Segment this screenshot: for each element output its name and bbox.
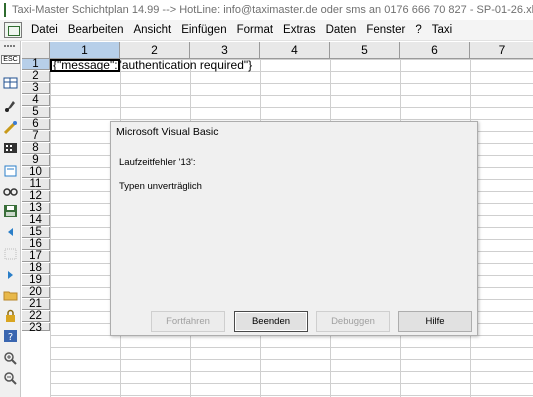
menu-ansicht[interactable]: Ansicht	[128, 24, 176, 36]
column-header-6[interactable]: 6	[400, 42, 470, 59]
row-header-7[interactable]: 7	[22, 130, 50, 142]
brush-icon[interactable]	[3, 99, 18, 113]
excel-app-icon	[4, 3, 6, 17]
workbook-icon[interactable]	[4, 22, 22, 38]
column-header-2[interactable]: 2	[120, 42, 190, 59]
debug-button[interactable]: Debuggen	[316, 311, 390, 332]
nav-icon[interactable]	[3, 225, 18, 239]
column-header-1[interactable]: 1	[50, 42, 120, 59]
lock-icon[interactable]	[3, 309, 18, 323]
menu-daten[interactable]: Daten	[321, 24, 362, 36]
row-header-20[interactable]: 20	[22, 286, 50, 298]
menu-fenster[interactable]: Fenster	[361, 24, 410, 36]
menu-extras[interactable]: Extras	[278, 24, 321, 36]
left-toolbar: ESC ?	[0, 41, 21, 397]
row-header-5[interactable]: 5	[22, 106, 50, 118]
menu-bar: Datei Bearbeiten Ansicht Einfügen Format…	[0, 20, 533, 41]
table-icon[interactable]	[3, 76, 18, 90]
svg-text:?: ?	[8, 332, 13, 343]
arrow-icon[interactable]	[3, 268, 18, 282]
wand-icon[interactable]	[3, 121, 18, 135]
row-header-11[interactable]: 11	[22, 178, 50, 190]
row-header-16[interactable]: 16	[22, 238, 50, 250]
menu-datei[interactable]: Datei	[26, 24, 63, 36]
glasses-icon[interactable]	[3, 184, 18, 198]
vba-error-dialog: Microsoft Visual Basic Laufzeitfehler '1…	[110, 121, 478, 336]
menu-help[interactable]: ?	[410, 24, 426, 36]
esc-button[interactable]: ESC	[1, 52, 20, 66]
row-header-9[interactable]: 9	[22, 154, 50, 166]
row-header-4[interactable]: 4	[22, 94, 50, 106]
row-header-6[interactable]: 6	[22, 118, 50, 130]
continue-button[interactable]: Fortfahren	[151, 311, 225, 332]
row-header-23[interactable]: 23	[22, 322, 50, 334]
row-header-1[interactable]: 1	[22, 58, 50, 70]
window-title: Taxi-Master Schichtplan 14.99 --> HotLin…	[12, 4, 533, 16]
esc-label: ESC	[1, 54, 20, 64]
row-header-17[interactable]: 17	[22, 250, 50, 262]
column-header-7[interactable]: 7	[470, 42, 533, 59]
row-header-10[interactable]: 10	[22, 166, 50, 178]
cell-a1-value: {"message":"authentication required"}	[53, 58, 253, 72]
dialog-title: Microsoft Visual Basic	[116, 126, 219, 138]
row-header-8[interactable]: 8	[22, 142, 50, 154]
menu-taxi[interactable]: Taxi	[427, 24, 457, 36]
row-header-22[interactable]: 22	[22, 310, 50, 322]
folder-icon[interactable]	[3, 288, 18, 302]
help-button[interactable]: Hilfe	[398, 311, 472, 332]
select-all-corner[interactable]	[22, 42, 50, 59]
column-header-4[interactable]: 4	[260, 42, 330, 59]
row-header-15[interactable]: 15	[22, 226, 50, 238]
help-icon[interactable]: ?	[3, 329, 18, 343]
calc-icon[interactable]	[3, 141, 18, 155]
zoom-out-icon[interactable]	[3, 371, 18, 385]
error-code-text: Laufzeitfehler '13':	[119, 157, 196, 168]
title-bar: Taxi-Master Schichtplan 14.99 --> HotLin…	[0, 0, 533, 20]
row-header-2[interactable]: 2	[22, 70, 50, 82]
menu-bearbeiten[interactable]: Bearbeiten	[63, 24, 129, 36]
row-header-18[interactable]: 18	[22, 262, 50, 274]
dots-icon	[3, 43, 18, 49]
zoom-in-icon[interactable]	[3, 351, 18, 365]
row-header-14[interactable]: 14	[22, 214, 50, 226]
save-icon[interactable]	[3, 204, 18, 218]
note-icon[interactable]	[3, 164, 18, 178]
row-header-13[interactable]: 13	[22, 202, 50, 214]
menu-einfuegen[interactable]: Einfügen	[176, 24, 231, 36]
row-header-3[interactable]: 3	[22, 82, 50, 94]
row-header-19[interactable]: 19	[22, 274, 50, 286]
row-header-21[interactable]: 21	[22, 298, 50, 310]
row-header-12[interactable]: 12	[22, 190, 50, 202]
grid-icon[interactable]	[3, 247, 18, 261]
error-message-text: Typen unverträglich	[119, 181, 202, 192]
menu-format[interactable]: Format	[232, 24, 278, 36]
column-header-3[interactable]: 3	[190, 42, 260, 59]
end-button[interactable]: Beenden	[234, 311, 308, 332]
column-header-5[interactable]: 5	[330, 42, 400, 59]
